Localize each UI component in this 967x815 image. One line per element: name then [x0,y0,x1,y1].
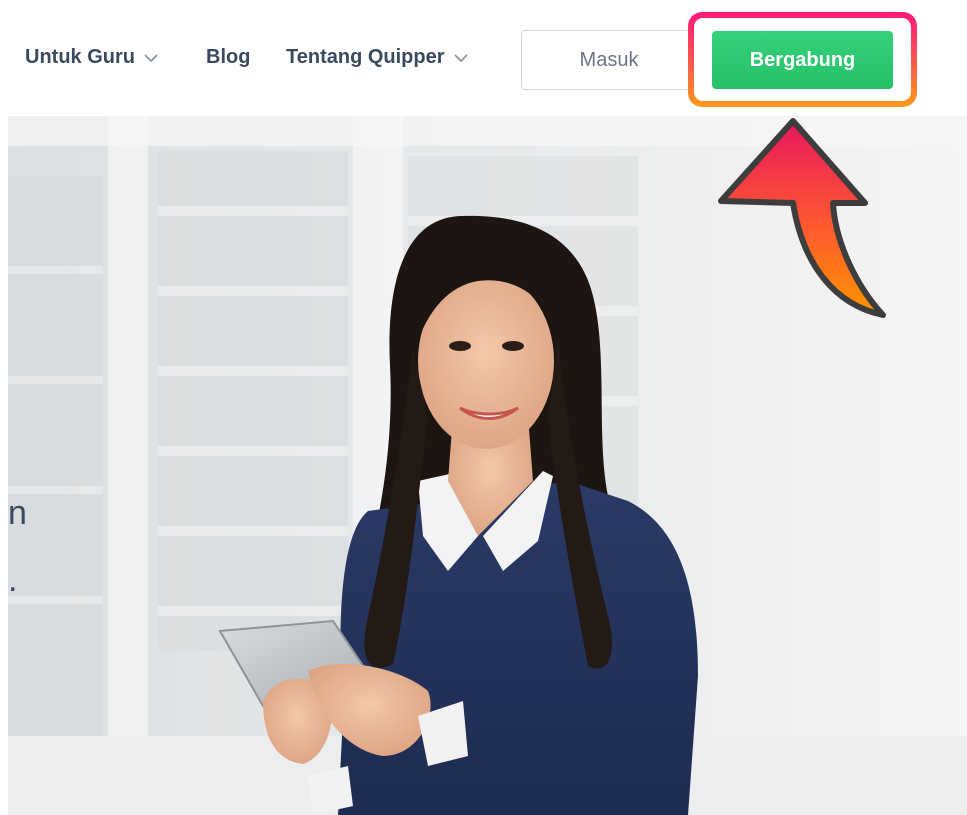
nav-untuk-guru[interactable]: Untuk Guru [25,46,159,69]
nav-blog[interactable]: Blog [206,46,250,69]
nav-tentang-quipper[interactable]: Tentang Quipper [286,46,469,69]
hero-heading-fragment: n [8,494,27,532]
nav-blog-label: Blog [206,46,251,68]
hero-heading-fragment: . [8,561,18,599]
highlight-inner: Bergabung [694,18,911,101]
chevron-down-icon [144,53,158,62]
curved-up-arrow-icon [718,118,886,318]
nav-tentang-quipper-label: Tentang Quipper [286,46,445,68]
login-button[interactable]: Masuk [521,30,697,90]
chevron-down-icon [453,53,468,62]
highlight-frame: Bergabung [688,12,917,107]
join-button[interactable]: Bergabung [712,31,893,89]
join-button-label: Bergabung [749,48,856,71]
nav-untuk-guru-label: Untuk Guru [25,46,135,68]
login-button-label: Masuk [579,48,639,71]
